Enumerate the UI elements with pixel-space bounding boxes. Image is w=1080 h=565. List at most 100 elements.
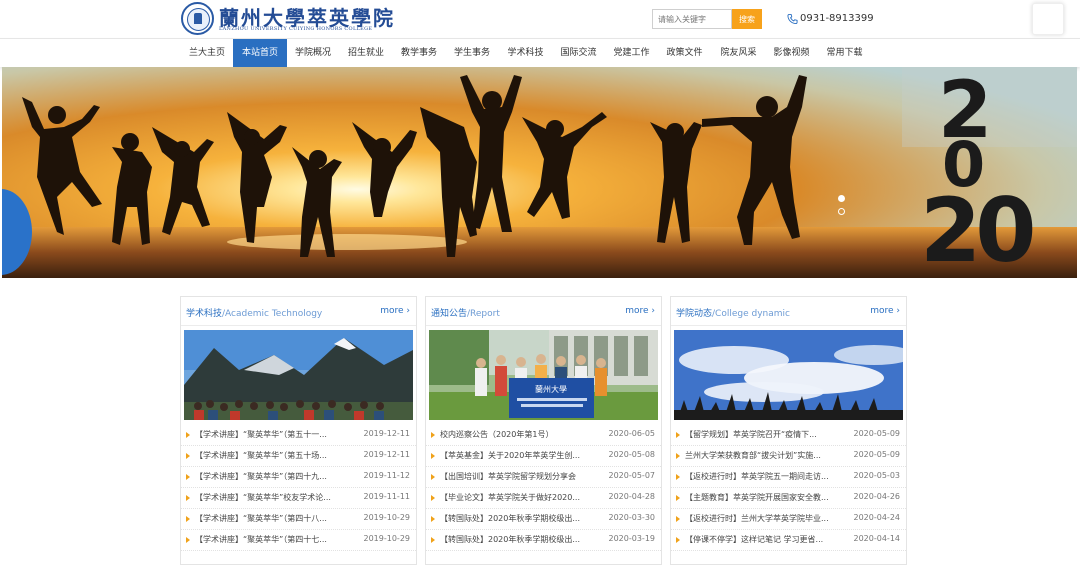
- panel-photo-group[interactable]: 蘭州大學: [429, 330, 658, 420]
- item-title[interactable]: 【出国培训】萃英学院留学规划分享会: [440, 471, 605, 482]
- panel-title-cn[interactable]: 学院动态: [676, 309, 712, 319]
- nav-item-home[interactable]: 本站首页: [233, 39, 287, 68]
- panel-title-cn[interactable]: 通知公告: [431, 309, 467, 319]
- search-button[interactable]: 搜索: [732, 9, 762, 29]
- item-date: 2019-11-11: [363, 492, 411, 501]
- triangle-bullet-icon: [186, 432, 190, 438]
- slide-dot-1[interactable]: [838, 195, 845, 202]
- item-title[interactable]: 【学术讲座】“聚英萃华”（第四十八...: [195, 513, 360, 524]
- list-item[interactable]: 【留学规划】萃英学院召开“疫情下... 2020-05-09: [671, 425, 906, 446]
- hero-banner[interactable]: 2 0 20: [2, 67, 1077, 278]
- nav-item-academic[interactable]: 学术科技: [499, 39, 552, 68]
- item-date: 2019-12-11: [363, 450, 411, 459]
- slide-dot-2[interactable]: [838, 208, 845, 215]
- list-item[interactable]: 【学术讲座】“聚英萃华”校友学术论... 2019-11-11: [181, 488, 416, 509]
- triangle-bullet-icon: [186, 453, 190, 459]
- list-item[interactable]: 【学术讲座】“聚英萃华”（第五十一... 2019-12-11: [181, 425, 416, 446]
- nav-item-teaching[interactable]: 教学事务: [393, 39, 445, 68]
- phone-icon: [787, 13, 798, 25]
- photo-banner-text: 蘭州大學: [535, 384, 567, 394]
- nav-item-downloads[interactable]: 常用下载: [818, 39, 871, 68]
- triangle-bullet-icon: [431, 537, 435, 543]
- list-item[interactable]: 【学术讲座】“聚英萃华”（第四十七... 2019-10-29: [181, 530, 416, 551]
- nav-item-video[interactable]: 影像视频: [765, 39, 818, 68]
- list-item[interactable]: 【主题教育】萃英学院开展国家安全教... 2020-04-26: [671, 488, 906, 509]
- triangle-bullet-icon: [431, 516, 435, 522]
- list-item[interactable]: 【萃英基金】关于2020年萃英学生创... 2020-05-08: [426, 446, 661, 467]
- item-title[interactable]: 【毕业论文】萃英学院关于做好2020...: [440, 492, 605, 503]
- nav-item-about[interactable]: 学院概况: [287, 39, 339, 68]
- panel-title[interactable]: 学术科技/Academic Technology: [186, 306, 322, 319]
- more-link[interactable]: more ›: [380, 306, 410, 316]
- search-input[interactable]: [652, 9, 732, 29]
- list-item[interactable]: 【转国际处】2020年秋季学期校级出... 2020-03-30: [426, 509, 661, 530]
- list-item[interactable]: 【返校进行时】萃英学院五一期间走访... 2020-05-03: [671, 467, 906, 488]
- item-title[interactable]: 【学术讲座】“聚英萃华”（第四十九...: [195, 471, 360, 482]
- more-label[interactable]: more: [625, 306, 648, 316]
- main-nav: 兰大主页 本站首页 学院概况 招生就业 教学事务 学生事务 学术科技 国际交流 …: [0, 38, 1080, 68]
- panel-title[interactable]: 通知公告/Report: [431, 306, 500, 319]
- item-title[interactable]: 【主题教育】萃英学院开展国家安全教...: [685, 492, 850, 503]
- nav-item-international[interactable]: 国际交流: [552, 39, 605, 68]
- list-item[interactable]: 【返校进行时】兰州大学萃英学院毕业... 2020-04-24: [671, 509, 906, 530]
- item-title[interactable]: 【停课不停学】这样记笔记 学习更省...: [685, 534, 850, 545]
- panel-academic-technology: 学术科技/Academic Technology more › 【学术讲座】“聚…: [180, 296, 417, 565]
- nav-item-party[interactable]: 党建工作: [605, 39, 658, 68]
- triangle-bullet-icon: [676, 432, 680, 438]
- news-list: 【学术讲座】“聚英萃华”（第五十一... 2019-12-11 【学术讲座】“聚英…: [181, 425, 416, 551]
- list-item[interactable]: 【转国际处】2020年秋季学期校级出... 2020-03-19: [426, 530, 661, 551]
- item-date: 2020-06-05: [608, 429, 656, 438]
- list-item[interactable]: 【学术讲座】“聚英萃华”（第四十八... 2019-10-29: [181, 509, 416, 530]
- panel-photo-mountains[interactable]: [184, 330, 413, 420]
- item-title[interactable]: 【学术讲座】“聚英萃华”（第五十一...: [195, 429, 360, 440]
- item-title[interactable]: 【转国际处】2020年秋季学期校级出...: [440, 513, 605, 524]
- nav-item-lzu-home[interactable]: 兰大主页: [181, 39, 233, 68]
- more-label[interactable]: more: [380, 306, 403, 316]
- item-date: 2019-12-11: [363, 429, 411, 438]
- item-title[interactable]: 【学术讲座】“聚英萃华”校友学术论...: [195, 492, 360, 503]
- item-date: 2019-10-29: [363, 534, 411, 543]
- list-item[interactable]: 【出国培训】萃英学院留学规划分享会 2020-05-07: [426, 467, 661, 488]
- panel-title-cn[interactable]: 学术科技: [186, 309, 222, 319]
- list-item[interactable]: 【学术讲座】“聚英萃华”（第五十场... 2019-12-11: [181, 446, 416, 467]
- list-item[interactable]: 校内巡察公告（2020年第1号） 2020-06-05: [426, 425, 661, 446]
- nav-item-policy[interactable]: 政策文件: [658, 39, 711, 68]
- list-item[interactable]: 【毕业论文】萃英学院关于做好2020... 2020-04-28: [426, 488, 661, 509]
- year-line-3: 20: [920, 179, 1036, 278]
- item-title[interactable]: 【学术讲座】“聚英萃华”（第四十七...: [195, 534, 360, 545]
- item-date: 2020-04-26: [853, 492, 901, 501]
- floating-menu-button[interactable]: [1032, 3, 1064, 35]
- item-title[interactable]: 【学术讲座】“聚英萃华”（第五十场...: [195, 450, 360, 461]
- triangle-bullet-icon: [676, 516, 680, 522]
- item-date: 2020-05-08: [608, 450, 656, 459]
- item-title[interactable]: 兰州大学荣获教育部“拔尖计划”实施...: [685, 450, 850, 461]
- triangle-bullet-icon: [676, 453, 680, 459]
- panel-photo-sky[interactable]: [674, 330, 903, 420]
- logo-subtitle: LANZHOU UNIVERSITY CUIYING HONORS COLLEG…: [219, 26, 373, 32]
- item-title[interactable]: 【萃英基金】关于2020年萃英学生创...: [440, 450, 605, 461]
- item-title[interactable]: 【返校进行时】萃英学院五一期间走访...: [685, 471, 850, 482]
- item-title[interactable]: 【转国际处】2020年秋季学期校级出...: [440, 534, 605, 545]
- nav-item-student-affairs[interactable]: 学生事务: [446, 39, 498, 68]
- item-date: 2020-05-09: [853, 450, 901, 459]
- item-title[interactable]: 【返校进行时】兰州大学萃英学院毕业...: [685, 513, 850, 524]
- item-date: 2020-04-14: [853, 534, 901, 543]
- sunset-jump-photo: [2, 67, 1077, 278]
- nav-item-alumni[interactable]: 院友风采: [712, 39, 765, 68]
- college-seal-logo[interactable]: [181, 2, 214, 35]
- triangle-bullet-icon: [676, 537, 680, 543]
- list-item[interactable]: 【停课不停学】这样记笔记 学习更省... 2020-04-14: [671, 530, 906, 551]
- list-item[interactable]: 【学术讲座】“聚英萃华”（第四十九... 2019-11-12: [181, 467, 416, 488]
- panel-header: 通知公告/Report more ›: [426, 297, 661, 326]
- chevron-right-icon: ›: [896, 306, 900, 316]
- more-link[interactable]: more ›: [625, 306, 655, 316]
- more-link[interactable]: more ›: [870, 306, 900, 316]
- panel-title[interactable]: 学院动态/College dynamic: [676, 306, 790, 319]
- more-label[interactable]: more: [870, 306, 893, 316]
- chevron-right-icon: ›: [406, 306, 410, 316]
- item-title[interactable]: 【留学规划】萃英学院召开“疫情下...: [685, 429, 850, 440]
- triangle-bullet-icon: [676, 474, 680, 480]
- item-title[interactable]: 校内巡察公告（2020年第1号）: [440, 429, 605, 440]
- nav-item-admissions[interactable]: 招生就业: [340, 39, 392, 68]
- list-item[interactable]: 兰州大学荣获教育部“拔尖计划”实施... 2020-05-09: [671, 446, 906, 467]
